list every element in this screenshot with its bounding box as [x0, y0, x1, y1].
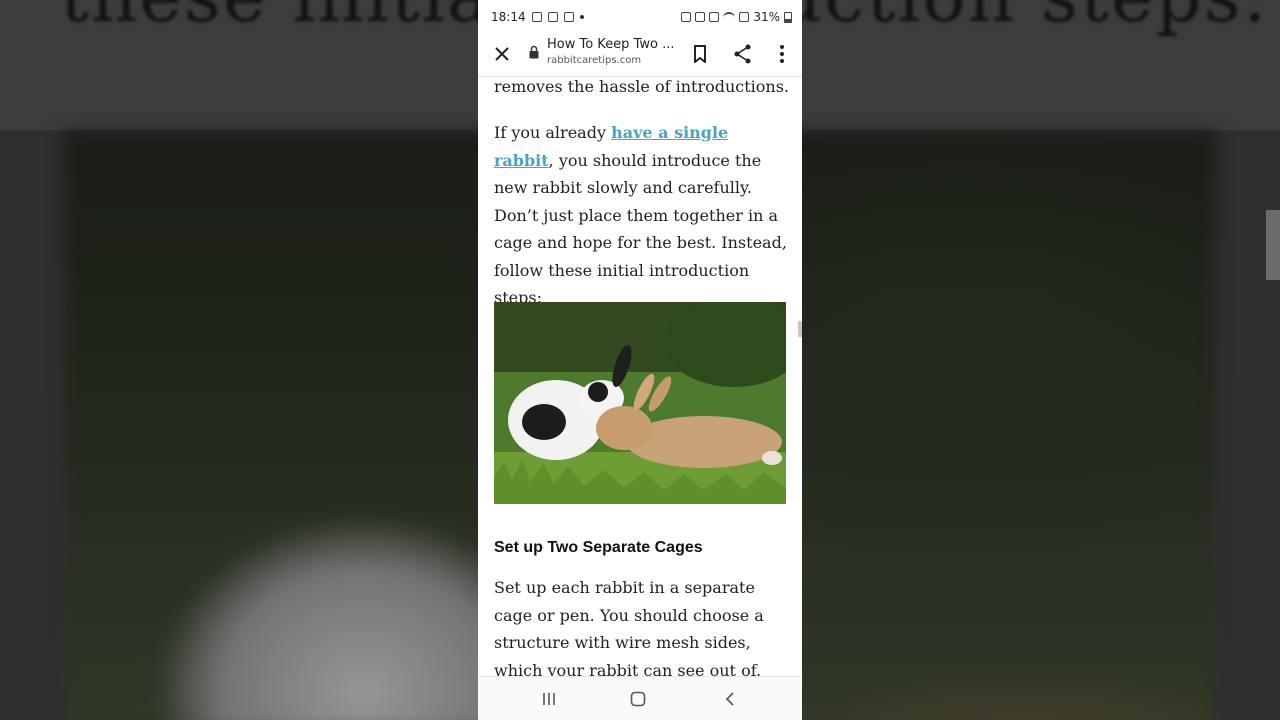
wifi-icon [723, 11, 736, 23]
browser-toolbar: How To Keep Two ... rabbitcaretips.com [478, 34, 802, 77]
article-paragraph-intro: If you already have a single rabbit, you… [494, 119, 790, 312]
rabbits-illustration [494, 302, 786, 504]
android-nav-bar [478, 676, 802, 720]
page-title[interactable]: How To Keep Two ... [547, 37, 673, 52]
paragraph-text: If you already [494, 123, 612, 142]
battery-percent: 31% [753, 10, 780, 24]
rabbits-photo [494, 302, 786, 504]
screenshot-icon [531, 12, 542, 22]
status-bar: 18:14 31% [478, 0, 802, 34]
article-content[interactable]: removes the hassle of introductions. If … [478, 77, 802, 676]
lock-icon [529, 45, 539, 59]
share-icon[interactable] [731, 42, 755, 66]
gallery-icon [547, 12, 558, 22]
status-right: 31% [681, 10, 792, 24]
section-heading: Set up Two Separate Cages [494, 539, 703, 556]
article-paragraph: removes the hassle of introductions. [494, 77, 790, 96]
close-icon[interactable] [490, 42, 514, 66]
bookmark-icon[interactable] [688, 42, 712, 66]
mute-icon [709, 12, 720, 22]
recent-apps-icon[interactable] [540, 690, 558, 708]
article-paragraph: Set up each rabbit in a separate cage or… [494, 578, 764, 676]
alarm-icon [695, 12, 706, 22]
link-icon [681, 12, 692, 22]
status-left: 18:14 [491, 10, 584, 24]
back-icon[interactable] [721, 690, 739, 708]
more-vert-icon[interactable] [770, 42, 794, 66]
signal-icon [739, 12, 750, 22]
phone-screen: 18:14 31% How To Keep Two ... rabbitcare… [478, 0, 802, 720]
media-icon [563, 12, 574, 22]
background-edge [1266, 210, 1280, 280]
paragraph-text: , you should introduce the new rabbit sl… [494, 150, 787, 308]
home-icon[interactable] [629, 690, 647, 708]
page-url[interactable]: rabbitcaretips.com [547, 55, 641, 66]
status-time: 18:14 [491, 10, 526, 24]
battery-icon [784, 11, 792, 23]
scrollbar-thumb[interactable] [798, 321, 802, 337]
notification-dot-icon [579, 15, 584, 19]
